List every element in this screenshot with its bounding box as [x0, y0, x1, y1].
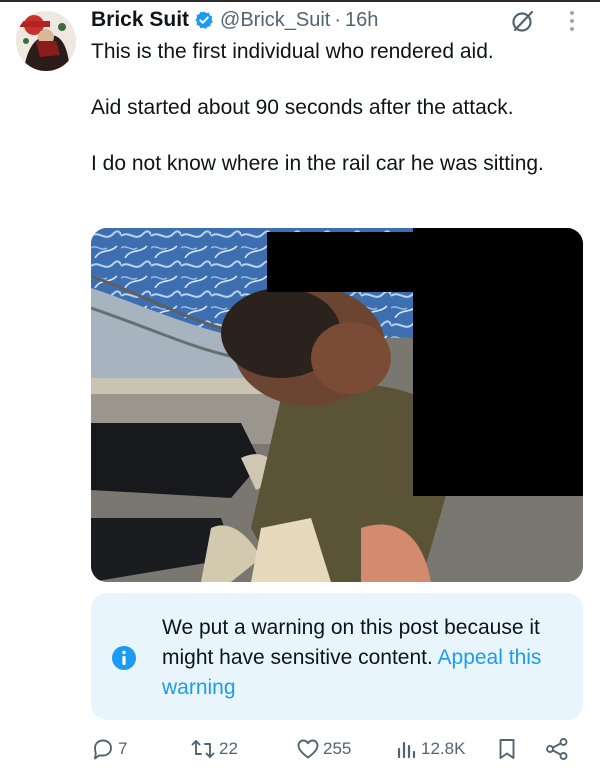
more-vertical-icon[interactable] [560, 8, 584, 34]
user-handle[interactable]: @Brick_Suit [220, 9, 330, 32]
repost-button[interactable]: 22 [190, 732, 238, 766]
post-paragraph: Aid started about 90 seconds after the a… [91, 96, 514, 119]
top-divider [0, 0, 600, 2]
share-button[interactable] [544, 732, 570, 766]
post-screen: Brick Suit @Brick_Suit · 16h This is the… [0, 0, 600, 772]
avatar-image [16, 11, 76, 71]
repost-count: 22 [219, 739, 238, 758]
post-paragraph: This is the first individual who rendere… [91, 40, 494, 63]
display-name[interactable]: Brick Suit [91, 8, 189, 32]
verified-badge-icon [194, 10, 214, 30]
post-header: Brick Suit @Brick_Suit · 16h [91, 5, 378, 35]
warning-text: We put a warning on this post because it… [162, 613, 562, 703]
repost-icon [190, 737, 216, 761]
share-icon [544, 737, 570, 761]
views-count: 12.8K [421, 739, 466, 758]
heart-icon [296, 737, 320, 761]
avatar[interactable] [16, 11, 76, 71]
views-icon [396, 737, 418, 761]
bookmark-icon [496, 737, 518, 761]
info-icon [111, 645, 137, 671]
header-separator: · [334, 8, 342, 31]
post-text: This is the first individual who rendere… [91, 38, 591, 178]
sensitive-content-warning: We put a warning on this post because it… [91, 593, 583, 720]
post-paragraph: I do not know where in the rail car he w… [91, 152, 544, 175]
grok-icon[interactable] [510, 8, 536, 34]
reply-icon [91, 737, 115, 761]
post-media-image[interactable] [91, 228, 583, 582]
like-count: 255 [323, 739, 352, 758]
reply-button[interactable]: 7 [91, 732, 127, 766]
post-timestamp[interactable]: 16h [345, 9, 378, 32]
views-button[interactable]: 12.8K [396, 732, 465, 766]
bookmark-button[interactable] [496, 732, 518, 766]
reply-count: 7 [118, 739, 128, 758]
like-button[interactable]: 255 [296, 732, 351, 766]
action-bar: 7 22 255 12.8K [0, 732, 600, 766]
